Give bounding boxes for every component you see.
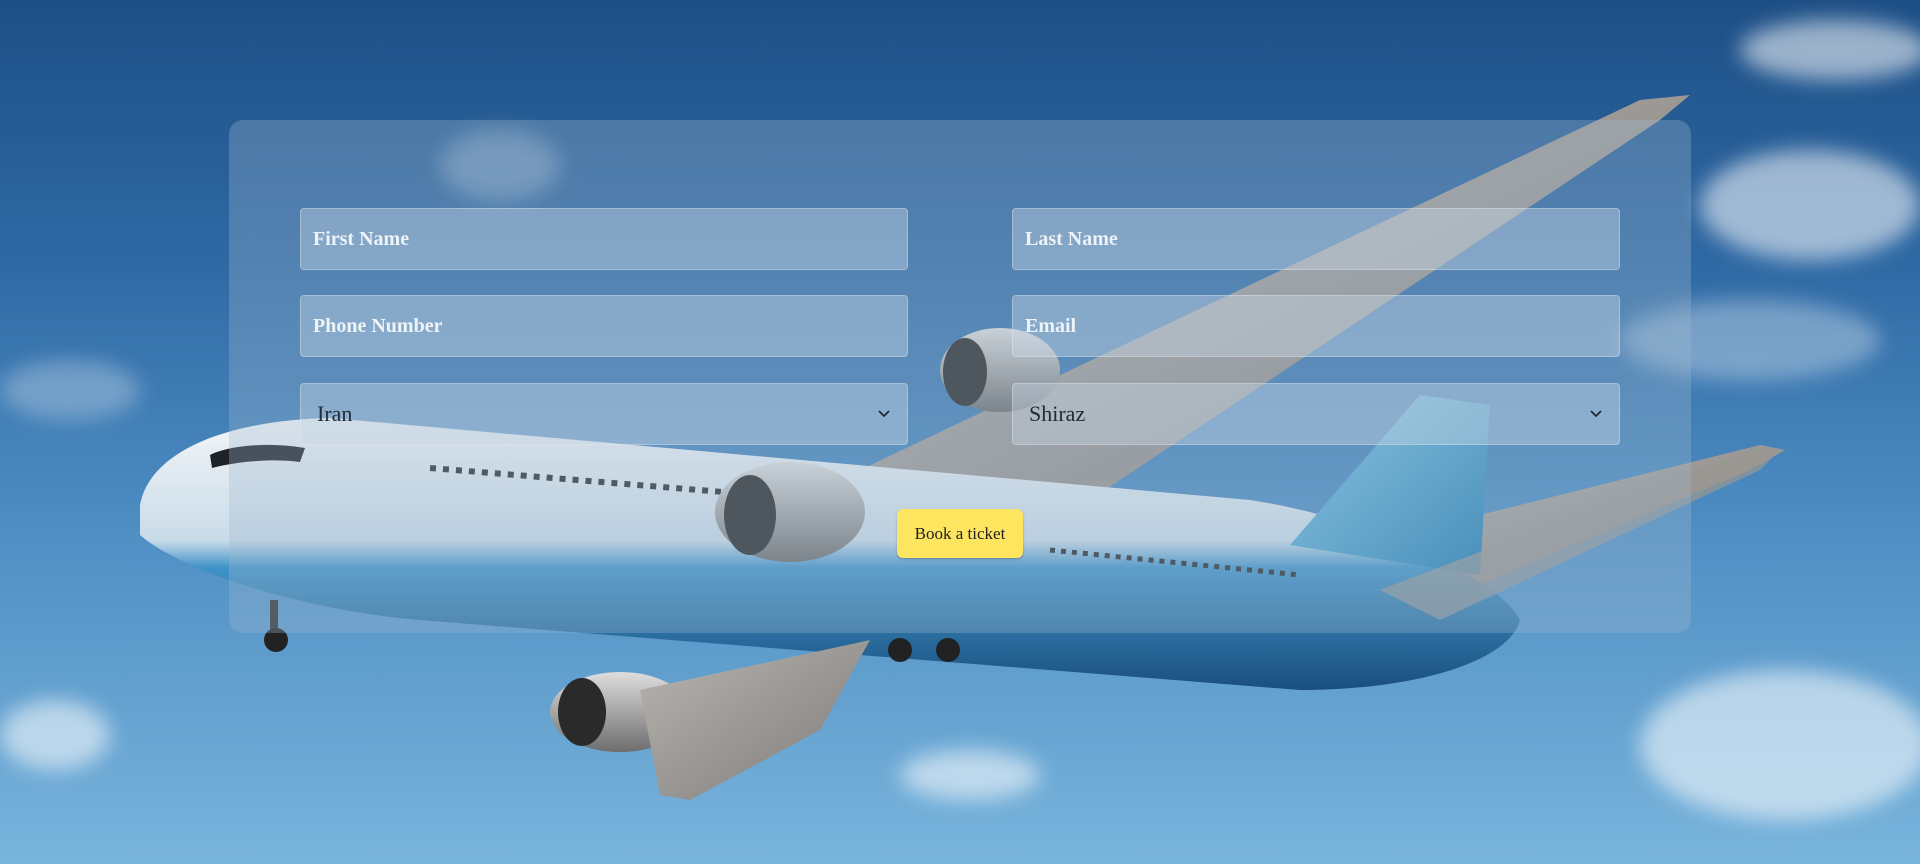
country-selected-value: Iran bbox=[317, 401, 353, 426]
booking-page: First Name Last Name Phone Number Email … bbox=[0, 0, 1920, 864]
phone-number-field[interactable]: Phone Number bbox=[300, 295, 908, 357]
email-field[interactable]: Email bbox=[1012, 295, 1620, 357]
country-select[interactable]: Iran bbox=[300, 383, 908, 445]
last-name-field[interactable]: Last Name bbox=[1012, 208, 1620, 270]
email-placeholder: Email bbox=[1025, 314, 1077, 337]
first-name-field[interactable]: First Name bbox=[300, 208, 908, 270]
last-name-placeholder: Last Name bbox=[1025, 227, 1118, 250]
first-name-placeholder: First Name bbox=[313, 227, 410, 250]
city-select[interactable]: Shiraz bbox=[1012, 383, 1620, 445]
chevron-down-icon bbox=[877, 407, 891, 421]
chevron-down-icon bbox=[1589, 407, 1603, 421]
book-ticket-button[interactable]: Book a ticket bbox=[897, 509, 1023, 558]
phone-number-placeholder: Phone Number bbox=[313, 314, 443, 337]
city-selected-value: Shiraz bbox=[1029, 401, 1086, 426]
